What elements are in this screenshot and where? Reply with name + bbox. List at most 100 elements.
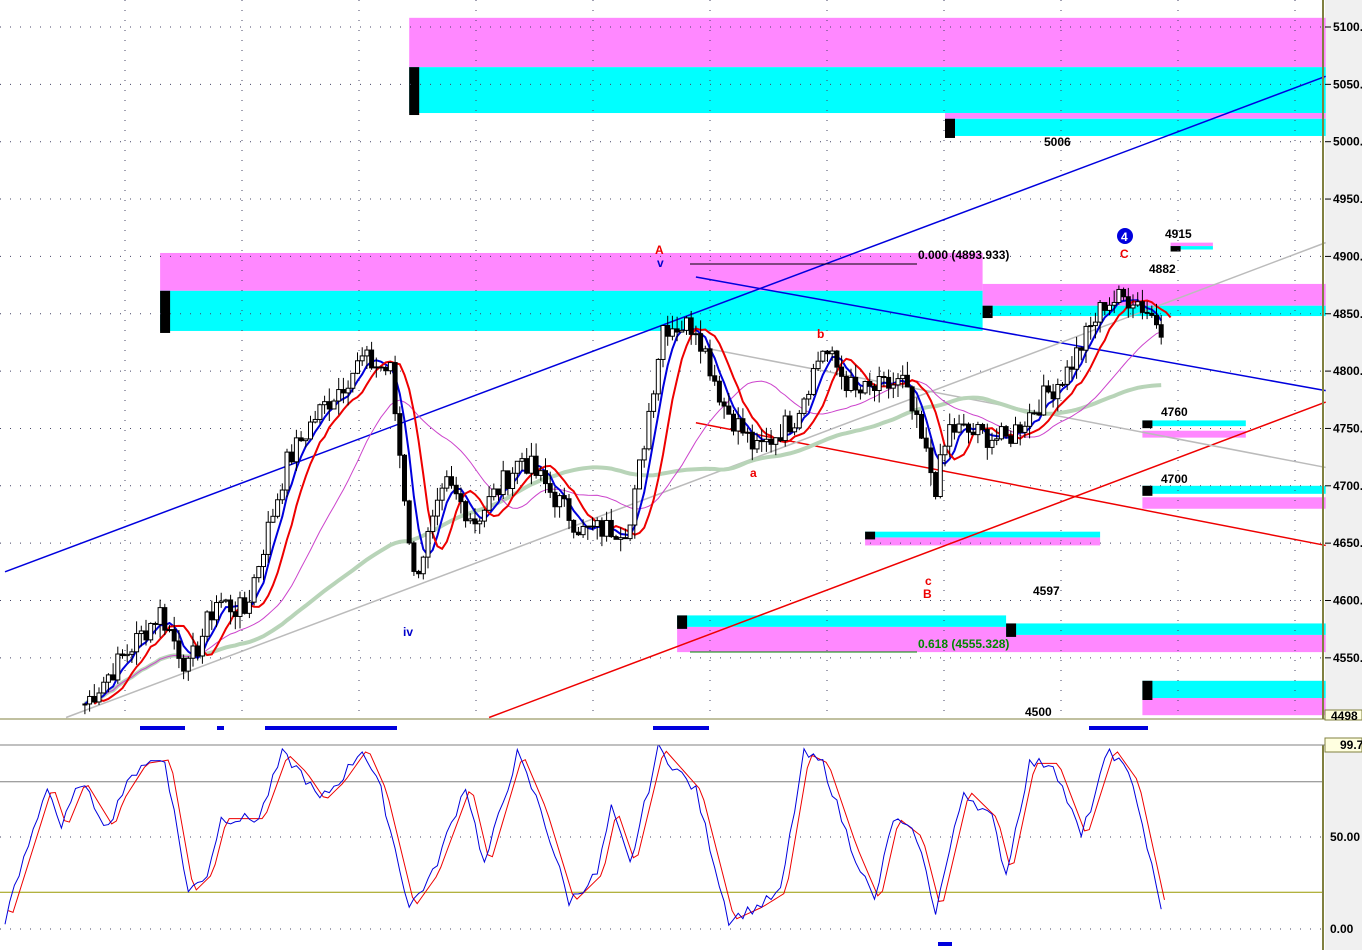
candle-body (754, 440, 760, 450)
candle-body (265, 521, 271, 555)
stoch-k-line (4, 742, 1162, 927)
candle-body (223, 599, 229, 602)
wave-label-iv: iv (403, 625, 413, 639)
candle-body (359, 355, 365, 362)
candle-body (350, 372, 356, 389)
candle-body (195, 645, 201, 657)
zone-magenta-3 (982, 283, 1326, 306)
candle-body (1064, 366, 1070, 385)
candle-body (984, 429, 990, 448)
candle-body (900, 374, 906, 380)
price-tick-label: 4850. (1333, 307, 1362, 321)
candle-body (514, 460, 520, 474)
candle-body (298, 437, 304, 442)
candle-body (970, 431, 976, 436)
candle-body (1078, 347, 1084, 351)
zone-magenta-2 (160, 252, 983, 291)
candle-body (434, 499, 440, 517)
candle-body (1036, 412, 1042, 416)
candle-body (1055, 383, 1061, 400)
candle-body (383, 366, 389, 372)
candle-body (919, 413, 924, 439)
candle-body (143, 630, 149, 641)
candle-body (345, 387, 351, 394)
candle-body (998, 426, 1004, 440)
candle-body (397, 413, 403, 456)
candle-body (712, 375, 718, 382)
candle-body (679, 329, 685, 333)
candle-body (411, 542, 417, 572)
candle-body (778, 437, 783, 442)
candle-body (1154, 314, 1159, 326)
candle-body (1013, 424, 1018, 444)
candle-body (580, 525, 586, 536)
candle-body (731, 413, 736, 432)
annotations: 5006 4915 4882 4760 4700 4597 0.000 (489… (403, 135, 1192, 653)
level-label-4915: 4915 (1165, 227, 1192, 241)
candle-body (904, 374, 910, 388)
candle-body (176, 640, 182, 659)
level-label-4500: 4500 (1025, 705, 1052, 719)
candle-body (449, 476, 454, 486)
candle-body (994, 438, 1000, 441)
candle-body (834, 350, 840, 368)
candle-body (914, 410, 920, 415)
candle-body (820, 350, 826, 362)
candle-body (585, 525, 591, 528)
price-tick-label: 5050. (1333, 77, 1362, 91)
zone-marker-3 (982, 305, 993, 319)
candle-body (439, 487, 445, 501)
candle-body (256, 566, 262, 579)
candle-body (684, 317, 689, 331)
trading-chart[interactable]: 5100. 5050. 5000. 4950. 4900. 4850. 4800. 4750.… (0, 0, 1362, 950)
candle-body (688, 317, 694, 335)
zone-cyan-4 (677, 615, 1007, 627)
candle-body (387, 362, 393, 372)
candle-body (759, 440, 765, 443)
candle-body (214, 602, 219, 621)
wave-label-v: v (657, 256, 664, 270)
candle-body (199, 635, 205, 657)
candle-body (1003, 426, 1009, 437)
candle-body (218, 600, 224, 604)
zone-cyan-5 (1006, 623, 1326, 635)
candle-body (167, 629, 172, 632)
candle-body (890, 384, 896, 389)
candle-body (251, 577, 257, 603)
candle-body (87, 695, 93, 705)
candle-body (702, 348, 708, 352)
price-tick-label: 4800. (1333, 364, 1362, 378)
candle-body (152, 622, 158, 625)
zone-marker-6 (865, 531, 876, 540)
candle-body (519, 458, 525, 462)
level-label-4760: 4760 (1161, 405, 1188, 419)
candle-body (895, 378, 901, 386)
candle-body (406, 500, 412, 544)
panel-separator[interactable] (0, 719, 1362, 745)
zone-magenta-6 (865, 537, 1101, 546)
price-tick-label: 5000. (1333, 135, 1362, 149)
candle-body (801, 398, 807, 414)
candle-body (481, 509, 487, 522)
candle-body (463, 501, 469, 522)
price-zones (160, 17, 1326, 716)
candle-body (693, 333, 699, 336)
price-tick-label: 4950. (1333, 192, 1362, 206)
candle-body (726, 405, 732, 415)
zone-cyan-6 (865, 531, 1101, 538)
candle-body (660, 325, 666, 360)
candle-body (261, 553, 266, 568)
candle-body (171, 629, 177, 642)
candle-body (1130, 304, 1136, 309)
zone-cyan-7 (1142, 485, 1326, 494)
candle-body (96, 692, 102, 703)
candle-body (796, 412, 802, 429)
candle-body (665, 325, 671, 337)
zone-magenta-7 (1142, 497, 1326, 509)
candle-body (326, 401, 332, 410)
zone-cyan-2 (160, 290, 983, 331)
candle-body (129, 651, 135, 655)
candle-body (1149, 312, 1155, 316)
candle-body (735, 418, 741, 432)
candle-body (928, 447, 934, 474)
